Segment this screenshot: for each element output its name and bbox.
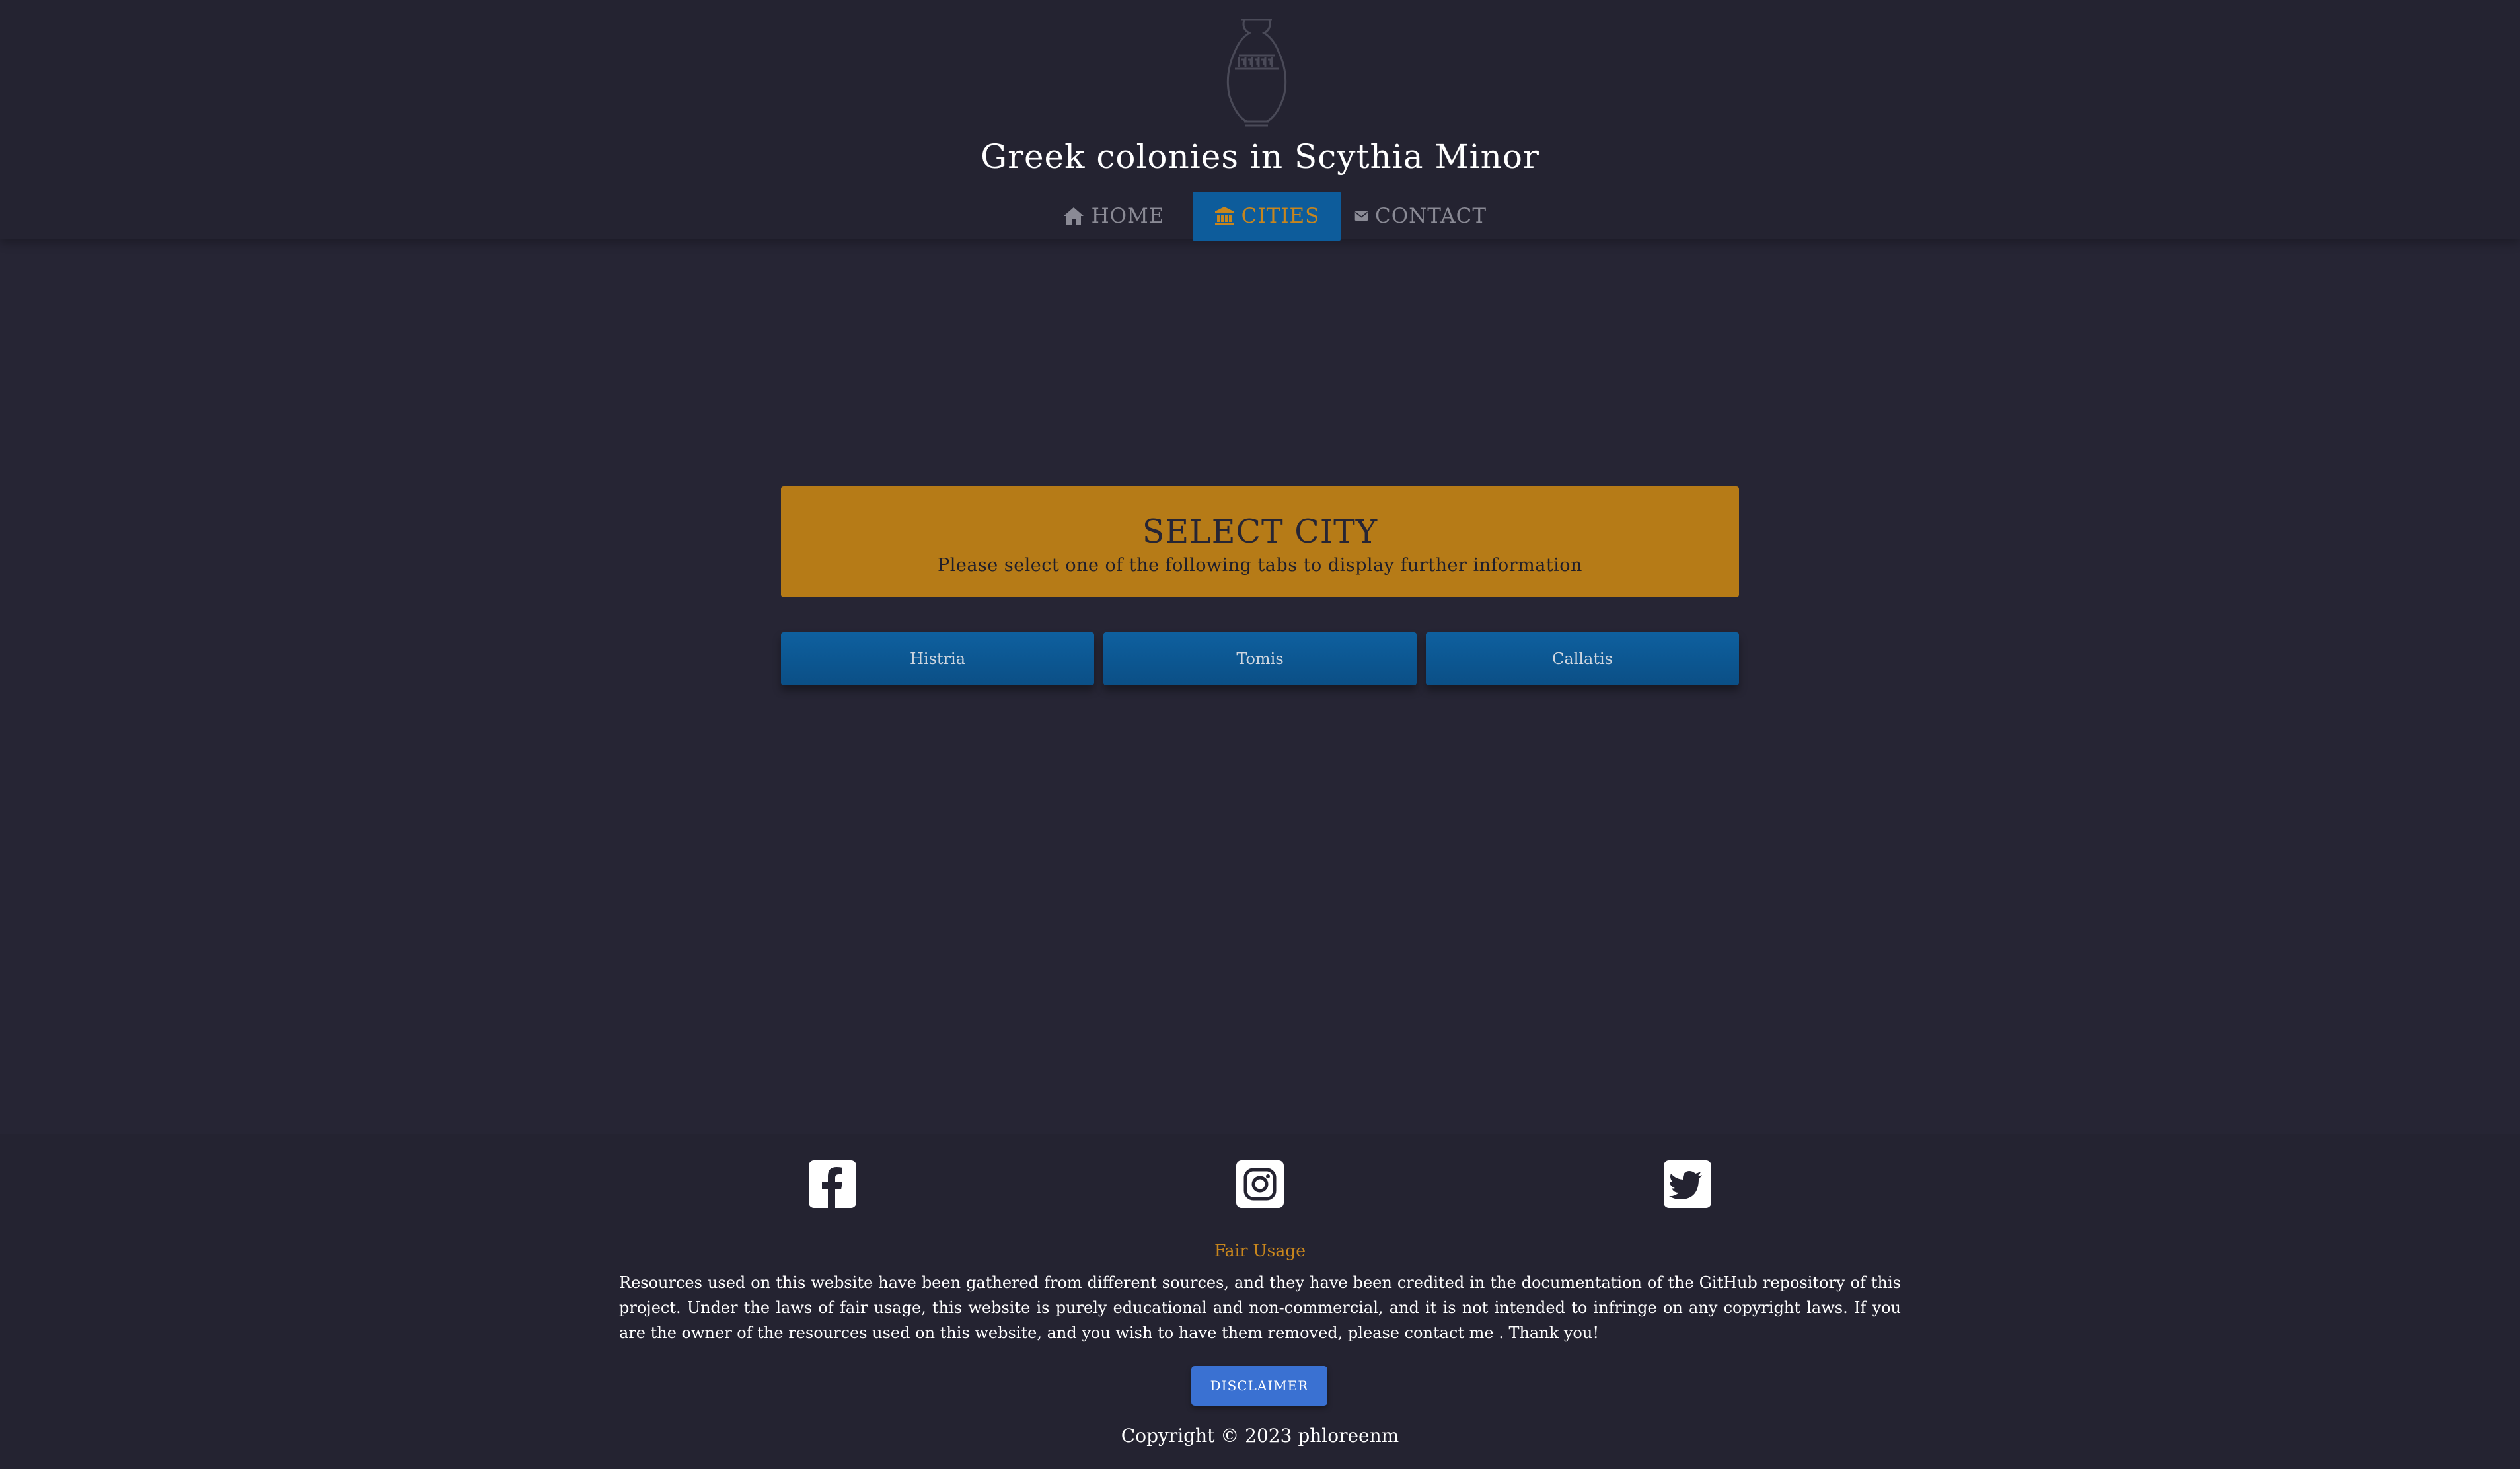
instagram-icon [1243, 1168, 1277, 1201]
facebook-icon [822, 1167, 842, 1208]
building-icon [1214, 207, 1234, 225]
nav-cities[interactable]: CITIES [1193, 192, 1341, 241]
facebook-link[interactable] [809, 1160, 856, 1208]
disclaimer-button[interactable]: DISCLAIMER [1191, 1366, 1327, 1406]
envelope-icon [1354, 211, 1368, 221]
nav-contact-label: CONTACT [1374, 204, 1487, 228]
main-nav: HOME CITIES CONTACT [0, 192, 2520, 241]
fair-usage-text: Resources used on this website have been… [619, 1273, 1901, 1342]
twitter-icon [1669, 1171, 1702, 1199]
greek-vase-icon [1226, 19, 1287, 127]
home-icon [1063, 207, 1084, 225]
tab-histria[interactable]: Histria [781, 632, 1094, 685]
site-header: Greek colonies in Scythia Minor HOME CIT… [0, 0, 2520, 241]
nav-contact[interactable]: CONTACT [1354, 192, 1487, 241]
select-city-banner: SELECT CITY Please select one of the fol… [781, 486, 1739, 597]
nav-cities-label: CITIES [1241, 204, 1320, 228]
tab-tomis[interactable]: Tomis [1103, 632, 1417, 685]
twitter-link[interactable] [1664, 1160, 1711, 1208]
tab-callatis[interactable]: Callatis [1426, 632, 1739, 685]
fair-usage-title: Fair Usage [1214, 1241, 1306, 1260]
copyright-text: Copyright © 2023 phloreenm [1121, 1425, 1399, 1447]
site-title: Greek colonies in Scythia Minor [981, 137, 1539, 176]
banner-title: SELECT CITY [1142, 513, 1378, 550]
instagram-link[interactable] [1236, 1160, 1284, 1208]
nav-home-label: HOME [1091, 204, 1165, 228]
banner-subtitle: Please select one of the following tabs … [938, 555, 1582, 576]
nav-home[interactable]: HOME [1058, 192, 1168, 241]
site-footer: Fair Usage Resources used on this websit… [0, 1134, 2520, 1469]
